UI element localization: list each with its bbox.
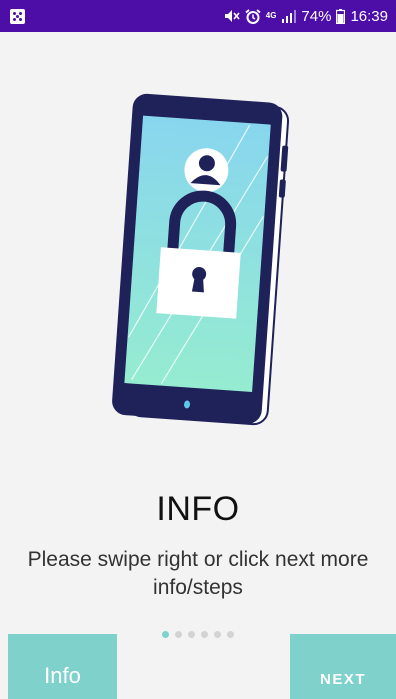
signal-icon — [281, 9, 297, 23]
clock: 16:39 — [350, 7, 388, 25]
onboarding-title: INFO — [156, 490, 240, 528]
page-dot[interactable] — [227, 631, 234, 638]
status-bar: 4G 74% 16:39 — [0, 0, 396, 32]
page-dot[interactable] — [175, 631, 182, 638]
next-button[interactable]: NEXT — [290, 634, 396, 699]
page-dot[interactable] — [162, 631, 169, 638]
battery-percentage: 74% — [301, 7, 332, 25]
mute-icon — [224, 9, 240, 23]
alarm-icon — [245, 8, 261, 24]
onboarding-description: Please swipe right or click next more in… — [27, 548, 369, 599]
page-dot[interactable] — [201, 631, 208, 638]
network-type: 4G — [265, 11, 277, 20]
page-dot[interactable] — [214, 631, 221, 638]
phone-lock-illustration — [100, 92, 310, 442]
page-dot[interactable] — [188, 631, 195, 638]
notification-icon — [10, 8, 25, 24]
info-button[interactable]: Info — [8, 634, 117, 699]
battery-icon — [336, 8, 346, 24]
